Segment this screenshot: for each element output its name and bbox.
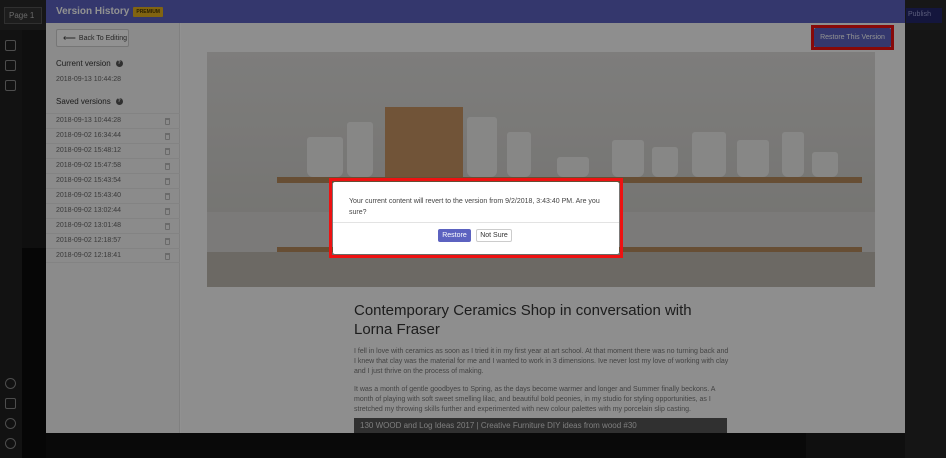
dialog-message: Your current content will revert to the … <box>349 198 600 216</box>
not-sure-button[interactable]: Not Sure <box>476 229 512 242</box>
confirm-restore-button[interactable]: Restore <box>438 229 471 242</box>
dialog-divider <box>333 222 619 223</box>
confirm-restore-dialog: Your current content will revert to the … <box>333 182 619 254</box>
